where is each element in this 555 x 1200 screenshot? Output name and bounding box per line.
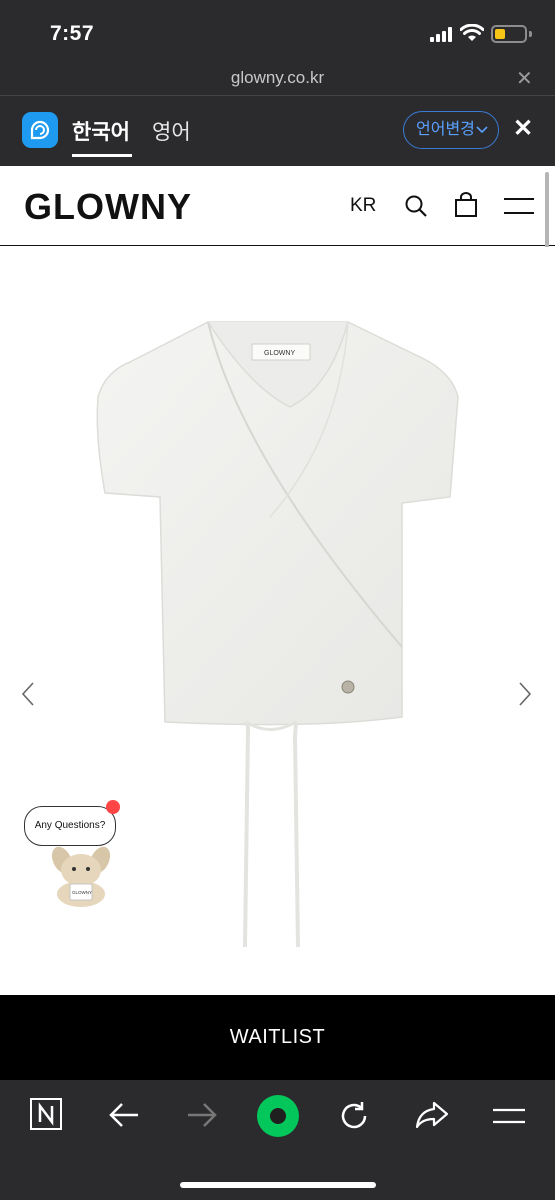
site-logo[interactable]: GLOWNY	[24, 186, 192, 228]
language-change-label: 언어변경	[416, 121, 475, 138]
chat-bubble[interactable]: Any Questions?	[24, 806, 116, 846]
close-icon[interactable]: ✕	[513, 114, 533, 143]
status-bar: 7:57	[0, 0, 555, 62]
naver-home-icon[interactable]	[30, 1098, 62, 1130]
close-icon[interactable]: ✕	[516, 66, 533, 91]
chevron-right-icon[interactable]	[517, 681, 533, 707]
chevron-down-icon	[476, 112, 488, 161]
menu-icon[interactable]	[493, 1107, 525, 1125]
wifi-icon	[460, 24, 484, 41]
url-bar[interactable]: glowny.co.kr ✕	[0, 62, 555, 96]
tab-korean[interactable]: 한국어	[72, 116, 130, 146]
share-icon[interactable]	[414, 1100, 450, 1130]
papago-icon[interactable]	[22, 112, 58, 148]
home-indicator[interactable]	[180, 1182, 376, 1188]
waitlist-label: WAITLIST	[229, 1026, 326, 1048]
webpage: GLOWNY KR GLOWNY WAITLIST	[0, 166, 555, 1080]
site-header: GLOWNY KR	[0, 166, 555, 246]
shopping-bag-icon[interactable]	[454, 192, 478, 218]
waitlist-button[interactable]: WAITLIST	[0, 995, 555, 1080]
notification-dot	[106, 800, 120, 814]
signal-icon	[430, 26, 456, 42]
chevron-left-icon[interactable]	[20, 681, 36, 707]
url-text[interactable]: glowny.co.kr	[0, 68, 555, 88]
language-change-button[interactable]: 언어변경	[403, 111, 499, 149]
region-selector[interactable]: KR	[350, 195, 376, 217]
battery-cap	[529, 31, 532, 37]
reload-icon[interactable]	[338, 1100, 370, 1132]
bunny-mascot-icon[interactable]: GLOWNY	[48, 846, 114, 908]
product-label-tag: GLOWNY	[264, 350, 295, 357]
product-image: GLOWNY	[96, 321, 459, 948]
battery-level	[495, 29, 505, 39]
forward-icon[interactable]	[186, 1102, 218, 1128]
translate-bar: 한국어 영어 언어변경 ✕	[0, 96, 555, 166]
active-tab-underline	[72, 154, 132, 157]
mascot-tag: GLOWNY	[72, 890, 92, 895]
status-time: 7:57	[50, 22, 95, 45]
back-icon[interactable]	[108, 1102, 140, 1128]
green-dot-icon[interactable]	[256, 1094, 300, 1138]
chat-widget[interactable]: Any Questions? GLOWNY	[24, 800, 124, 908]
battery-icon	[491, 25, 527, 43]
menu-icon[interactable]	[504, 196, 534, 216]
search-icon[interactable]	[404, 194, 428, 218]
tab-english[interactable]: 영어	[152, 116, 191, 146]
